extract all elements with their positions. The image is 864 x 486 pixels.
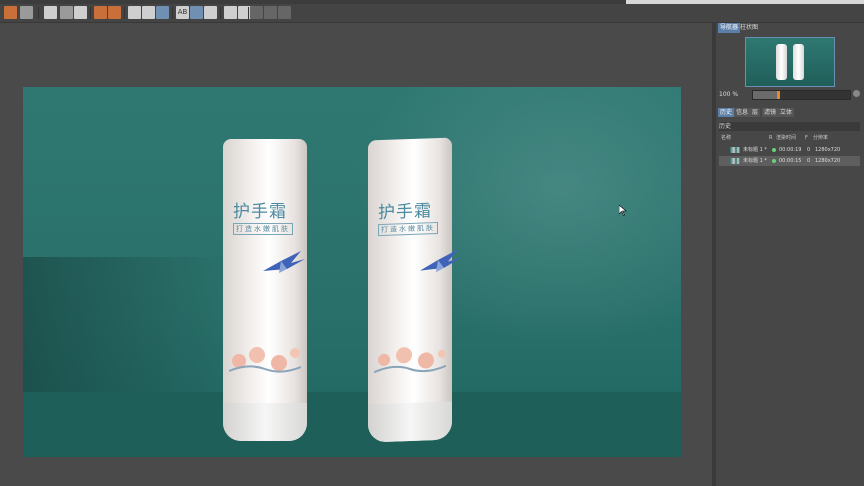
flower-illustration [229, 347, 301, 373]
tab-layers[interactable]: 层 [750, 108, 761, 117]
product-brand: 护手霜 [378, 201, 432, 224]
tab-navigator[interactable]: 导航器 [718, 23, 741, 33]
history-row-selected[interactable]: 未标题 1 * 00:00:15 0 1280x720 [719, 156, 860, 166]
bottle-cap [368, 401, 452, 443]
row-thumbnail [730, 158, 740, 164]
bottle-left: 护手霜 打造水嫩肌肤 [223, 139, 307, 441]
column-render-time[interactable]: 渲染时间 [776, 134, 796, 143]
thumbnail-bottle [793, 44, 804, 80]
tab-histogram[interactable]: 柱状图 [738, 23, 760, 33]
row-f: 0 [807, 147, 811, 153]
zoom-button[interactable] [853, 90, 860, 97]
toolbar-separator [172, 7, 173, 19]
toolbar: AB [0, 4, 864, 23]
history-row[interactable]: 未标题 1 * 00:00:19 0 1280x720 [719, 145, 860, 155]
column-r[interactable]: R [769, 134, 772, 143]
tab-history[interactable]: 历史 [718, 108, 735, 117]
bird-illustration [420, 249, 462, 273]
compare-icon[interactable] [142, 6, 155, 19]
zoom-handle[interactable] [777, 91, 781, 99]
flower-illustration [374, 347, 446, 374]
color-pick-icon[interactable] [74, 6, 87, 19]
split-icon[interactable] [264, 6, 277, 19]
thumbnail-bottle [776, 44, 787, 80]
image-icon[interactable] [250, 6, 263, 19]
render-settings-icon[interactable] [44, 6, 57, 19]
row-render-time: 00:00:19 [779, 147, 802, 153]
save-icon[interactable] [20, 6, 33, 19]
aspect-icon[interactable] [94, 6, 107, 19]
row-name: 未标题 1 * [743, 147, 767, 153]
floor [23, 392, 681, 457]
ab-compare-button[interactable]: AB [176, 6, 189, 19]
toolbar-separator [220, 7, 221, 19]
navigator-thumbnail[interactable] [745, 37, 835, 87]
bottle-right: 护手霜 打造水嫩肌肤 [368, 137, 462, 443]
product-tagline: 打造水嫩肌肤 [378, 222, 438, 237]
row-name: 未标题 1 * [743, 158, 767, 164]
region-icon[interactable] [128, 6, 141, 19]
row-thumbnail [730, 147, 740, 153]
toggle-icon[interactable] [278, 6, 291, 19]
snapshot-icon[interactable] [204, 6, 217, 19]
zoom-fill [753, 91, 778, 99]
tab-info[interactable]: 信息 [734, 108, 751, 117]
product-tagline: 打造水嫩肌肤 [233, 223, 293, 235]
alpha-icon[interactable] [156, 6, 169, 19]
render-viewport[interactable]: 护手霜 打造水嫩肌肤 护手霜 打造水嫩肌肤 [0, 23, 712, 486]
row-resolution: 1280x720 [815, 158, 841, 164]
open-icon[interactable] [4, 6, 17, 19]
column-resolution[interactable]: 分辨率 [813, 134, 828, 143]
rendered-image: 护手霜 打造水嫩肌肤 护手霜 打造水嫩肌肤 [23, 87, 681, 457]
zoom-slider[interactable] [752, 90, 851, 100]
row-render-time: 00:00:15 [779, 158, 802, 164]
row-resolution: 1280x720 [815, 147, 841, 153]
side-panel: 导航器 柱状图 100 % 历史 信息 层 滤镜 立体 历史 名称 R 渲染时间… [716, 23, 864, 486]
column-name[interactable]: 名称 [721, 134, 731, 143]
grid-icon[interactable] [190, 6, 203, 19]
history-title: 历史 [719, 122, 860, 131]
status-dot-icon [772, 148, 776, 152]
mouse-pointer-icon [619, 205, 627, 216]
row-f: 0 [807, 158, 811, 164]
toolbar-separator [124, 7, 125, 19]
render-view-icon[interactable] [60, 6, 73, 19]
fit-icon[interactable] [224, 6, 237, 19]
toolbar-separator [90, 7, 91, 19]
toolbar-separator [38, 7, 39, 19]
bird-illustration [263, 251, 305, 273]
history-header: 名称 R 渲染时间 F 分辨率 [719, 134, 860, 143]
clear-icon[interactable] [108, 6, 121, 19]
tab-filters[interactable]: 滤镜 [762, 108, 779, 117]
zoom-level: 100 % [719, 91, 739, 98]
bottle-cap [223, 403, 307, 441]
product-brand: 护手霜 [233, 202, 287, 222]
toolbar-separator [248, 7, 249, 19]
tab-stereo[interactable]: 立体 [778, 108, 795, 117]
column-f[interactable]: F [805, 134, 808, 143]
status-dot-icon [772, 159, 776, 163]
